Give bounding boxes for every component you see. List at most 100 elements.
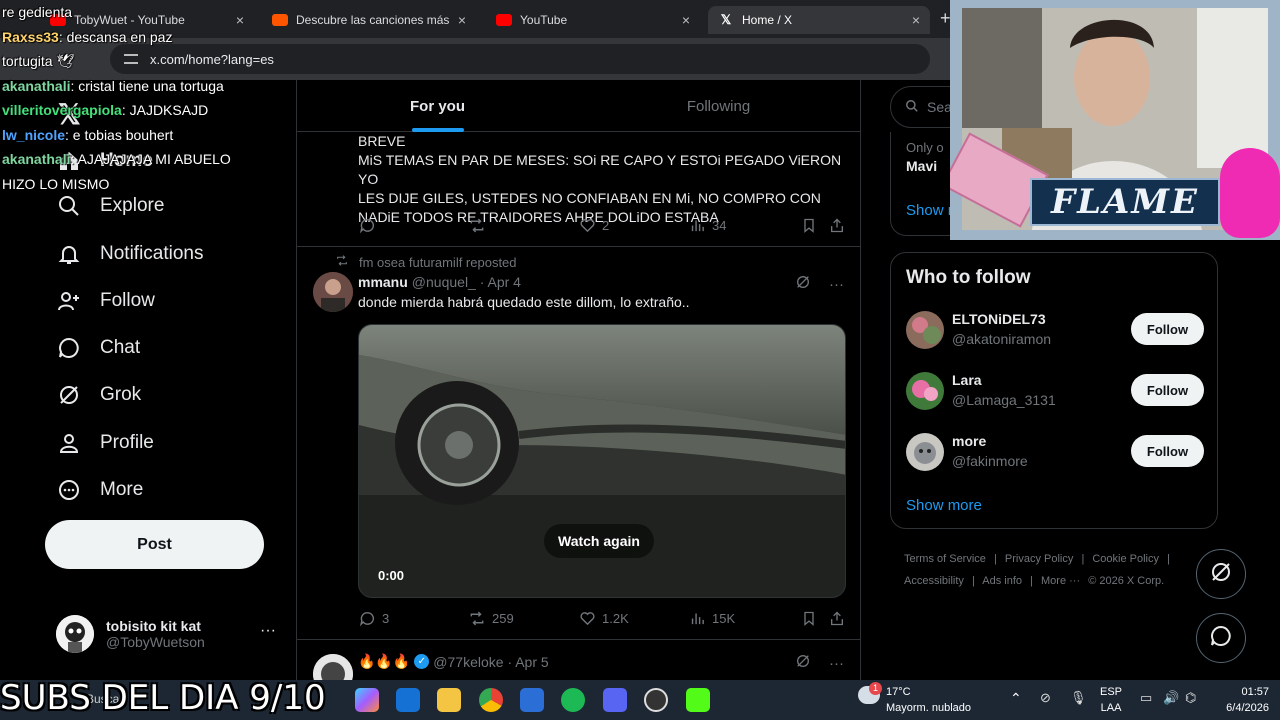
footer-link[interactable]: Privacy Policy bbox=[1005, 553, 1073, 565]
tab-for-you[interactable]: For you bbox=[297, 80, 578, 132]
clock-date: 6/4/2026 bbox=[1226, 702, 1269, 714]
nav-follow[interactable]: Follow bbox=[56, 288, 155, 314]
chat-text: : e tobias bouhert bbox=[65, 126, 174, 143]
follow-button[interactable]: Follow bbox=[1131, 313, 1204, 345]
footer-link[interactable]: Ads info bbox=[982, 575, 1022, 587]
more-icon[interactable]: ··· bbox=[260, 622, 276, 640]
like-button[interactable]: 2 bbox=[578, 216, 609, 234]
repost-button[interactable]: 259 bbox=[468, 609, 514, 627]
share-button[interactable] bbox=[828, 609, 852, 627]
bookmark-button[interactable] bbox=[800, 216, 824, 234]
more-icon[interactable]: ··· bbox=[829, 276, 844, 293]
tweet-divider bbox=[297, 639, 860, 640]
views-count: 15K bbox=[712, 610, 736, 626]
footer-link[interactable]: More ··· bbox=[1041, 575, 1080, 587]
grok-icon[interactable] bbox=[795, 274, 811, 294]
author-name[interactable]: mmanu bbox=[358, 274, 408, 290]
chat-text: tortugita 🕊 bbox=[2, 53, 75, 69]
nav-chat[interactable]: Chat bbox=[56, 335, 140, 361]
reply-button[interactable] bbox=[358, 216, 382, 234]
weather-widget[interactable]: 17°C Mayorm. nublado bbox=[886, 684, 971, 716]
avatar[interactable] bbox=[313, 654, 353, 680]
grok-fab-button[interactable] bbox=[1196, 549, 1246, 599]
store-icon[interactable] bbox=[520, 688, 544, 712]
nav-profile[interactable]: Profile bbox=[56, 430, 154, 456]
show-more-link[interactable]: Show more bbox=[906, 497, 982, 514]
follow-button[interactable]: Follow bbox=[1131, 435, 1204, 467]
follow-suggestion[interactable]: ELTONiDEL73 @akatoniramon Follow bbox=[906, 309, 1206, 353]
chrome-icon[interactable] bbox=[479, 688, 503, 712]
close-tab-icon[interactable]: × bbox=[458, 12, 466, 28]
close-tab-icon[interactable]: × bbox=[682, 12, 690, 28]
nav-grok[interactable]: Grok bbox=[56, 382, 141, 408]
account-name: tobisito kit kat bbox=[106, 618, 201, 634]
copyright-text: © 2026 X Corp. bbox=[1088, 575, 1165, 587]
grok-icon bbox=[56, 382, 82, 408]
nav-more[interactable]: More bbox=[56, 477, 143, 503]
messages-fab-button[interactable] bbox=[1196, 613, 1246, 663]
outlook-icon[interactable] bbox=[396, 688, 420, 712]
chat-message: akanathali: AJAJAJAJA MI ABUELO bbox=[2, 147, 302, 172]
nav-explore[interactable]: Explore bbox=[56, 193, 164, 219]
card-text: Mavi bbox=[906, 158, 938, 174]
author-handle[interactable]: @77keloke · Apr 5 bbox=[433, 654, 548, 670]
post-button[interactable]: Post bbox=[45, 520, 264, 569]
new-tab-button[interactable]: + bbox=[940, 8, 951, 29]
display-icon[interactable]: ▭ bbox=[1140, 690, 1152, 706]
nav-label: Profile bbox=[100, 432, 154, 453]
tweet-header: mmanu @nuquel_ · Apr 4 bbox=[358, 274, 521, 290]
share-button[interactable] bbox=[828, 216, 852, 234]
views-icon bbox=[688, 216, 706, 234]
grok-icon[interactable] bbox=[795, 653, 811, 673]
folder-icon[interactable] bbox=[437, 688, 461, 712]
avatar bbox=[906, 311, 944, 349]
spotify-icon[interactable] bbox=[561, 688, 585, 712]
card-title: Who to follow bbox=[906, 267, 1031, 288]
browser-tab[interactable]: YouTube × bbox=[486, 6, 700, 34]
volume-icon[interactable]: 🔊 bbox=[1163, 690, 1179, 706]
follow-button[interactable]: Follow bbox=[1131, 374, 1204, 406]
chevron-up-icon[interactable]: ⌃ bbox=[1010, 690, 1022, 707]
kick-icon[interactable] bbox=[686, 688, 710, 712]
like-button[interactable]: 1.2K bbox=[578, 609, 629, 627]
language-indicator[interactable]: ESP LAA bbox=[1100, 684, 1122, 716]
browser-tab-active[interactable]: 𝕏 Home / X × bbox=[708, 6, 930, 34]
close-tab-icon[interactable]: × bbox=[912, 12, 920, 28]
views-button[interactable]: 15K bbox=[688, 609, 735, 627]
flame-banner: FLAME bbox=[1030, 178, 1220, 226]
more-icon[interactable]: ··· bbox=[829, 655, 844, 672]
chat-icon bbox=[1209, 624, 1233, 653]
chat-message: re gedienta bbox=[2, 0, 302, 25]
watch-again-button[interactable]: Watch again bbox=[544, 524, 654, 558]
repost-context: fm osea futuramilf reposted bbox=[335, 254, 517, 270]
show-more-link[interactable]: Show r bbox=[906, 202, 953, 219]
account-switcher[interactable]: tobisito kit kat @TobyWuetson ··· bbox=[56, 612, 286, 656]
clock[interactable]: 01:57 6/4/2026 bbox=[1213, 684, 1269, 716]
tweet-text: donde mierda habrá quedado este dillom, … bbox=[358, 294, 690, 310]
chat-username: villeritovergapiola bbox=[2, 102, 122, 118]
account-handle: @TobyWuetson bbox=[106, 634, 205, 650]
copilot-icon[interactable] bbox=[355, 688, 379, 712]
bookmark-button[interactable] bbox=[800, 609, 824, 627]
views-button[interactable]: 34 bbox=[688, 216, 726, 234]
nav-notifications[interactable]: Notifications bbox=[56, 241, 204, 267]
network-off-icon[interactable]: ⊘ bbox=[1040, 690, 1051, 706]
author-handle[interactable]: @nuquel_ · Apr 4 bbox=[412, 274, 521, 290]
repost-button[interactable] bbox=[468, 216, 492, 234]
chat-username: akanathali bbox=[2, 77, 71, 94]
discord-icon[interactable] bbox=[603, 688, 627, 712]
author-name[interactable]: 🔥🔥🔥 bbox=[358, 653, 410, 670]
tab-following[interactable]: Following bbox=[578, 80, 859, 132]
footer-link[interactable]: Terms of Service bbox=[904, 553, 986, 565]
mic-icon[interactable]: 🎙 bbox=[1070, 690, 1087, 706]
reply-button[interactable]: 3 bbox=[358, 609, 389, 627]
tweet-line: BREVE bbox=[358, 133, 406, 149]
follow-suggestion[interactable]: more @fakinmore Follow bbox=[906, 431, 1206, 475]
footer-link[interactable]: Accessibility bbox=[904, 575, 964, 587]
repost-by-text[interactable]: fm osea futuramilf reposted bbox=[359, 255, 517, 270]
avatar[interactable] bbox=[313, 272, 353, 312]
follow-suggestion[interactable]: Lara @Lamaga_3131 Follow bbox=[906, 370, 1206, 414]
footer-link[interactable]: Cookie Policy bbox=[1092, 553, 1159, 565]
obs-icon[interactable] bbox=[644, 688, 668, 712]
network-icon[interactable]: ⌬ bbox=[1185, 690, 1196, 706]
